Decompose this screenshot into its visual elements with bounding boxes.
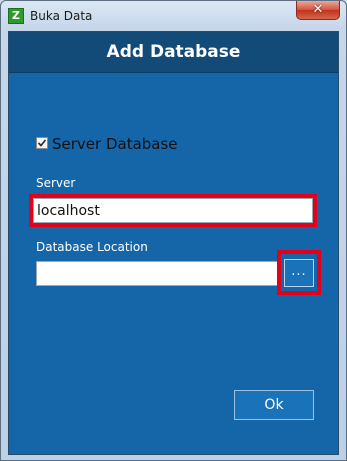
- dialog-window: Z Buka Data ✕ Add Database Server Databa…: [0, 0, 347, 461]
- database-location-label: Database Location: [36, 240, 148, 254]
- browse-button[interactable]: ...: [284, 259, 314, 287]
- ok-button[interactable]: Ok: [234, 390, 314, 420]
- window-title: Buka Data: [30, 9, 93, 23]
- server-label: Server: [36, 176, 76, 190]
- app-icon: Z: [8, 8, 24, 24]
- dialog-content: Add Database Server Database Server loca…: [8, 31, 339, 455]
- close-button[interactable]: ✕: [296, 1, 340, 20]
- dialog-header: Add Database: [9, 32, 338, 73]
- server-database-label: Server Database: [52, 135, 178, 153]
- server-database-checkbox[interactable]: [36, 137, 48, 149]
- database-location-input[interactable]: [36, 261, 280, 286]
- server-input[interactable]: localhost: [33, 198, 313, 223]
- dialog-heading: Add Database: [106, 42, 241, 62]
- checkmark-icon: [37, 139, 47, 147]
- title-bar[interactable]: Z Buka Data ✕: [1, 1, 346, 31]
